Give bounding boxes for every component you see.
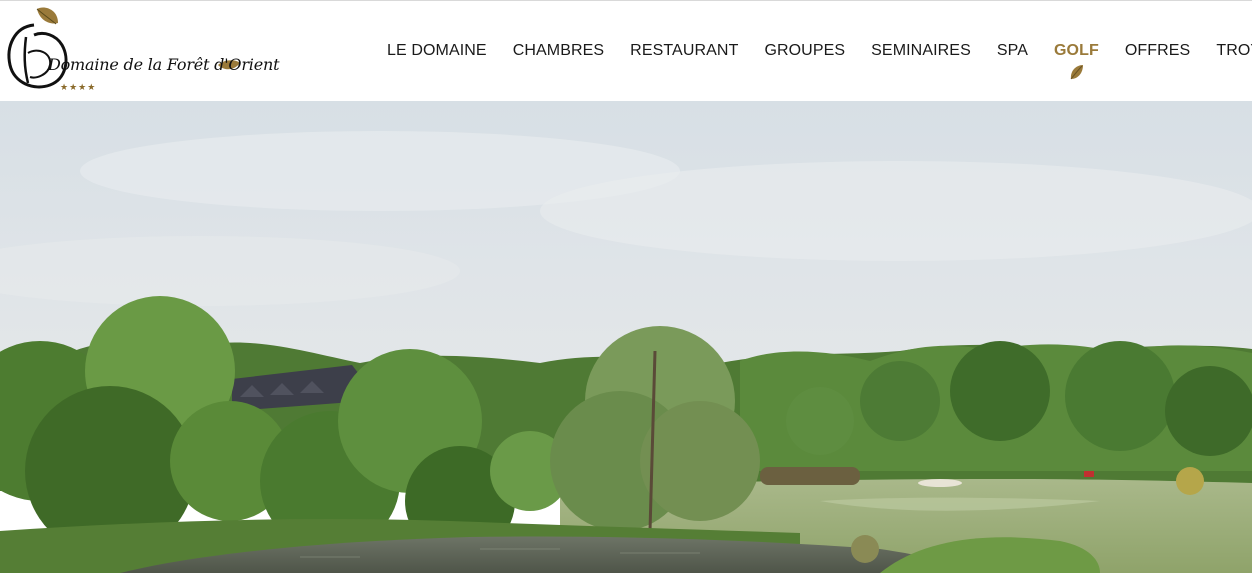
nav-item-offres[interactable]: OFFRES bbox=[1112, 41, 1204, 61]
golf-landscape-image bbox=[0, 101, 1252, 573]
nav-item-golf-label: GOLF bbox=[1053, 42, 1099, 59]
logo-text: Domaine de la Forêt d'Orient bbox=[48, 55, 280, 74]
nav-item-groupes[interactable]: GROUPES bbox=[751, 41, 858, 61]
nav-item-le-domaine[interactable]: LE DOMAINE bbox=[374, 41, 500, 61]
leaf-icon bbox=[1071, 65, 1084, 80]
nav-item-spa[interactable]: SPA bbox=[984, 41, 1041, 61]
nav-item-chambres[interactable]: CHAMBRES bbox=[500, 41, 617, 61]
nav-item-troyes[interactable]: TROYES bbox=[1203, 41, 1252, 61]
nav-item-restaurant[interactable]: RESTAURANT bbox=[617, 41, 751, 61]
page: Domaine de la Forêt d'Orient ★★★★ LE DOM… bbox=[0, 0, 1252, 573]
site-logo[interactable]: Domaine de la Forêt d'Orient ★★★★ bbox=[4, 3, 280, 99]
leaf-monogram-icon bbox=[7, 7, 240, 89]
main-nav: LE DOMAINE CHAMBRES RESTAURANT GROUPES SEMIN… bbox=[374, 41, 1252, 80]
hero-image bbox=[0, 101, 1252, 573]
nav-item-golf[interactable]: GOLF bbox=[1041, 41, 1112, 80]
rating-stars: ★★★★ bbox=[60, 82, 97, 92]
site-header: Domaine de la Forêt d'Orient ★★★★ LE DOM… bbox=[0, 1, 1252, 101]
nav-item-seminaires[interactable]: SEMINAIRES bbox=[858, 41, 984, 61]
